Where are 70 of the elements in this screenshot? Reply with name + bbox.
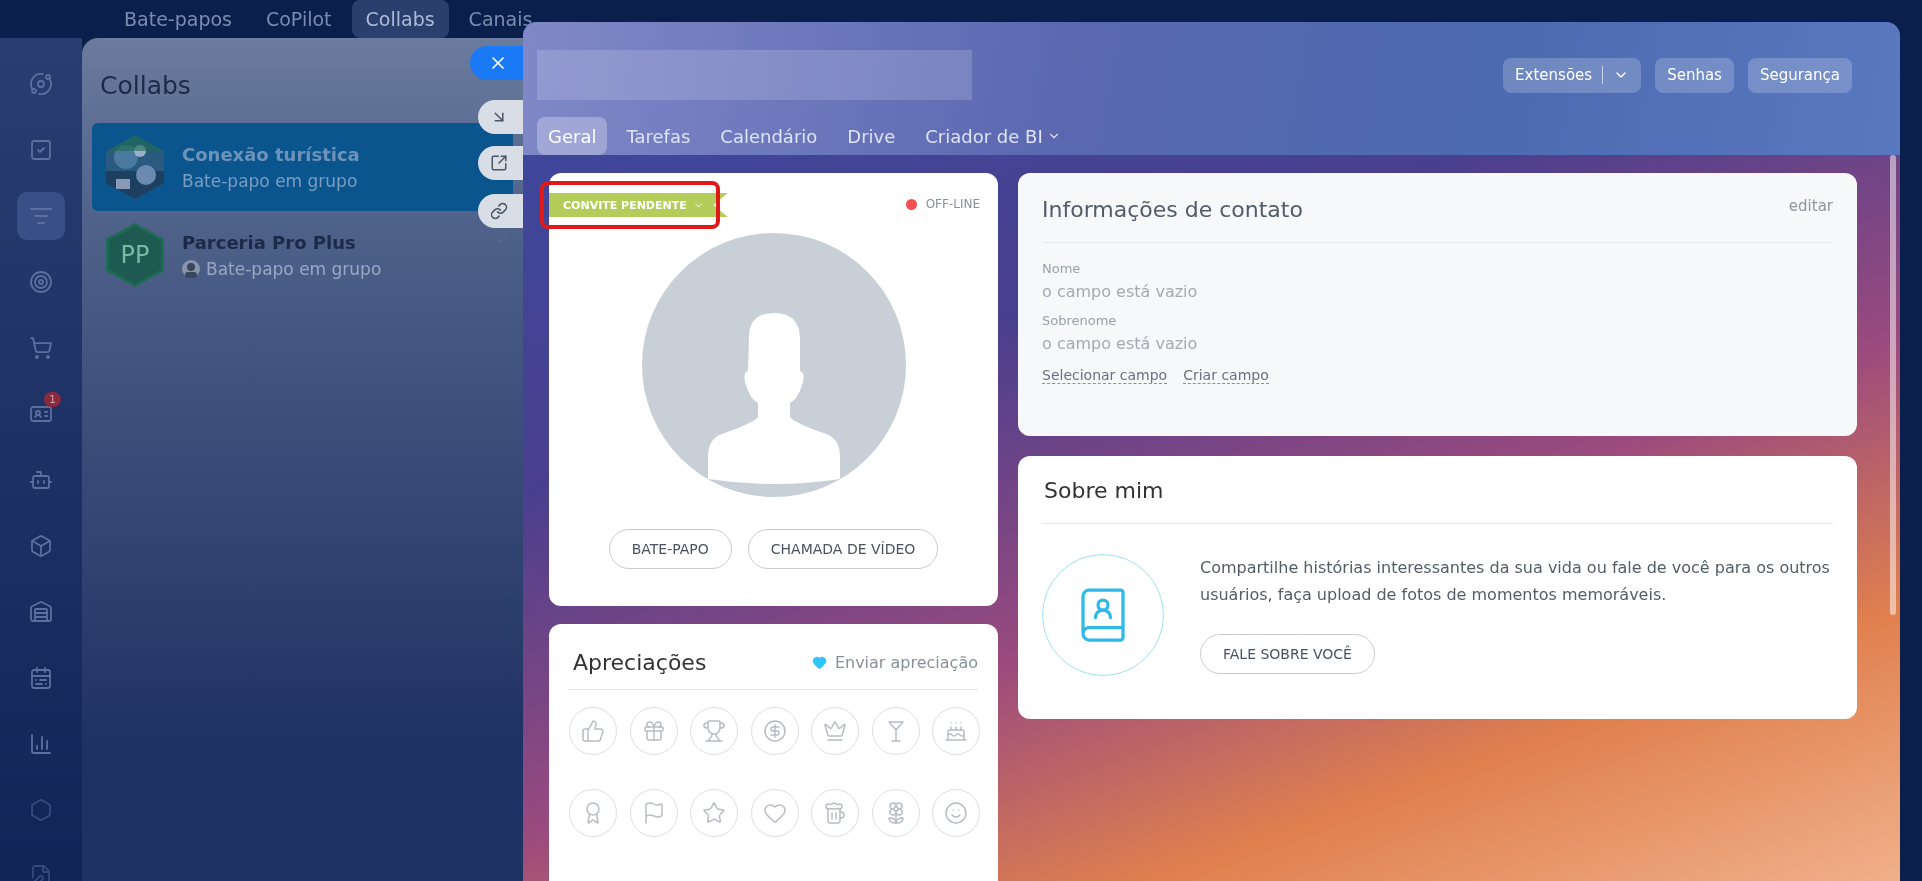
card-title: Informações de contato	[1042, 197, 1303, 222]
tab[interactable]: Criador de BI	[914, 117, 1072, 155]
bar-chart-icon	[29, 732, 53, 756]
warehouse-icon	[29, 600, 53, 624]
robot-icon	[29, 468, 53, 492]
card-title: Apreciações	[573, 650, 707, 675]
user-avatar-icon	[182, 259, 200, 278]
cart-icon	[29, 336, 53, 360]
action-button[interactable]: BATE-PAPO	[608, 529, 732, 569]
cake-icon	[944, 719, 968, 743]
nav-tab[interactable]: Collabs	[351, 0, 449, 38]
collapse-button[interactable]	[478, 100, 523, 134]
open-in-window-button[interactable]	[478, 146, 523, 180]
calendar-icon	[29, 666, 53, 690]
header-button[interactable]: Senhas	[1655, 57, 1734, 93]
nav-tab[interactable]: Canais	[454, 0, 547, 38]
tab[interactable]: Geral	[537, 117, 608, 155]
send-appreciation-link[interactable]: Enviar apreciação	[834, 653, 978, 672]
orbit-icon	[29, 72, 53, 96]
chat-subtitle: Bate-papo em grupo	[206, 258, 382, 279]
field-label: Sobrenome	[1042, 313, 1118, 328]
nav-tab[interactable]: Bate-papos	[110, 0, 246, 38]
presence-status: OFF-LINE	[925, 197, 980, 211]
smile-icon	[944, 801, 968, 825]
chat-name: Parceria Pro Plus	[182, 231, 357, 253]
trophy-icon	[702, 719, 726, 743]
initials-avatar: PP	[109, 226, 161, 284]
chat-item[interactable]: PP Parceria Pro Plus Bate-papo em grupo	[92, 211, 513, 299]
close-button[interactable]	[470, 46, 523, 80]
action-button[interactable]: CHAMADA DE VÍDEO	[747, 529, 939, 569]
star-icon	[702, 801, 726, 825]
chat-subtitle: Bate-papo em grupo	[182, 170, 358, 191]
checkbox-icon	[29, 138, 53, 162]
card-title: Sobre mim	[1043, 478, 1165, 505]
about-description: Compartilhe histórias interessantes da sua vida ou fale de você para os outros usuários, faça upload de fotos de momentos memoráveis.	[1200, 557, 1831, 606]
field-link[interactable]: Selecionar campo	[1042, 367, 1168, 384]
target-icon	[29, 270, 53, 294]
crown-icon	[823, 719, 847, 743]
status-badge[interactable]: CONVITE PENDENTE	[549, 193, 728, 217]
gift-icon	[641, 719, 666, 743]
field-value: o campo está vazio	[1042, 334, 1199, 353]
edit-link[interactable]: editar	[1788, 197, 1833, 215]
heart-icon	[811, 655, 827, 670]
notification-badge: 1	[44, 392, 61, 407]
field-label: Nome	[1042, 261, 1082, 276]
extensions-button[interactable]: Extensões	[1503, 57, 1642, 93]
chat-name: Conexão turística	[182, 143, 360, 165]
sidebar-item[interactable]	[17, 192, 65, 240]
money-icon	[762, 719, 787, 743]
beer-mug-icon	[823, 801, 847, 825]
cube-icon	[29, 534, 53, 558]
sidebar-item[interactable]: 1	[17, 390, 65, 438]
chat-item[interactable]: Conexão turística Bate-papo em grupo	[92, 123, 513, 211]
panel-title: Collabs	[100, 71, 191, 102]
header-button[interactable]: Segurança	[1747, 57, 1852, 93]
external-link-icon	[490, 154, 508, 172]
scrollbar[interactable]	[1890, 155, 1896, 615]
file-pen-icon	[29, 864, 53, 881]
field-link[interactable]: Criar campo	[1183, 367, 1269, 384]
hexagon-icon	[29, 798, 53, 822]
tab[interactable]: Calendário	[709, 117, 829, 155]
copy-link-button[interactable]	[478, 194, 523, 228]
tab[interactable]: Drive	[836, 117, 907, 155]
tell-about-yourself-button[interactable]: FALE SOBRE VOCÊ	[1200, 634, 1375, 674]
field-value: o campo está vazio	[1042, 282, 1199, 301]
nav-tab[interactable]: CoPilot	[251, 0, 346, 38]
thumbs-up-icon	[581, 719, 605, 743]
tab[interactable]: Tarefas	[615, 117, 702, 155]
heart-icon	[762, 801, 787, 825]
link-icon	[490, 202, 508, 220]
